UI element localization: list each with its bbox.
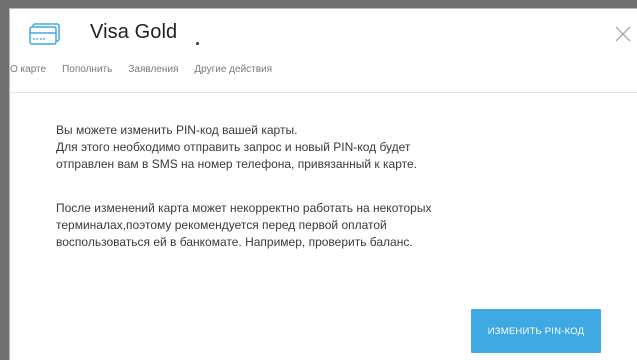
warning-paragraph: После изменений карта может некорректно …	[56, 200, 496, 251]
info-line: Для этого необходимо отправить запрос и …	[56, 140, 411, 154]
close-icon[interactable]	[613, 24, 633, 44]
info-line: отправлен вам в SMS на номер телефона, п…	[56, 157, 417, 171]
tab-other-actions[interactable]: Другие действия	[178, 64, 272, 84]
page-title: Visa Gold	[90, 21, 178, 43]
cursor-dot	[196, 42, 199, 45]
change-pin-button[interactable]: ИЗМЕНИТЬ PIN-КОД	[471, 309, 601, 353]
warning-line: терминалах,поэтому рекомендуется перед п…	[56, 218, 387, 232]
info-line: Вы можете изменить PIN-код вашей карты.	[56, 123, 298, 137]
warning-line: воспользоваться ей в банкомате. Например…	[56, 235, 413, 249]
warning-line: После изменений карта может некорректно …	[56, 201, 432, 215]
modal-header: Visa Gold	[10, 9, 637, 51]
tab-top-up[interactable]: Пополнить	[46, 64, 112, 84]
tab-about-card[interactable]: О карте	[10, 64, 46, 84]
modal-window: Visa Gold О карте Пополнить Заявления Др…	[9, 8, 637, 360]
card-icon	[29, 23, 60, 45]
content-area: Вы можете изменить PIN-код вашей карты. …	[56, 122, 496, 251]
tab-applications[interactable]: Заявления	[112, 64, 178, 84]
tab-bar: О карте Пополнить Заявления Другие дейст…	[10, 64, 272, 84]
info-paragraph-1: Вы можете изменить PIN-код вашей карты. …	[56, 122, 496, 173]
header-divider	[10, 92, 637, 93]
